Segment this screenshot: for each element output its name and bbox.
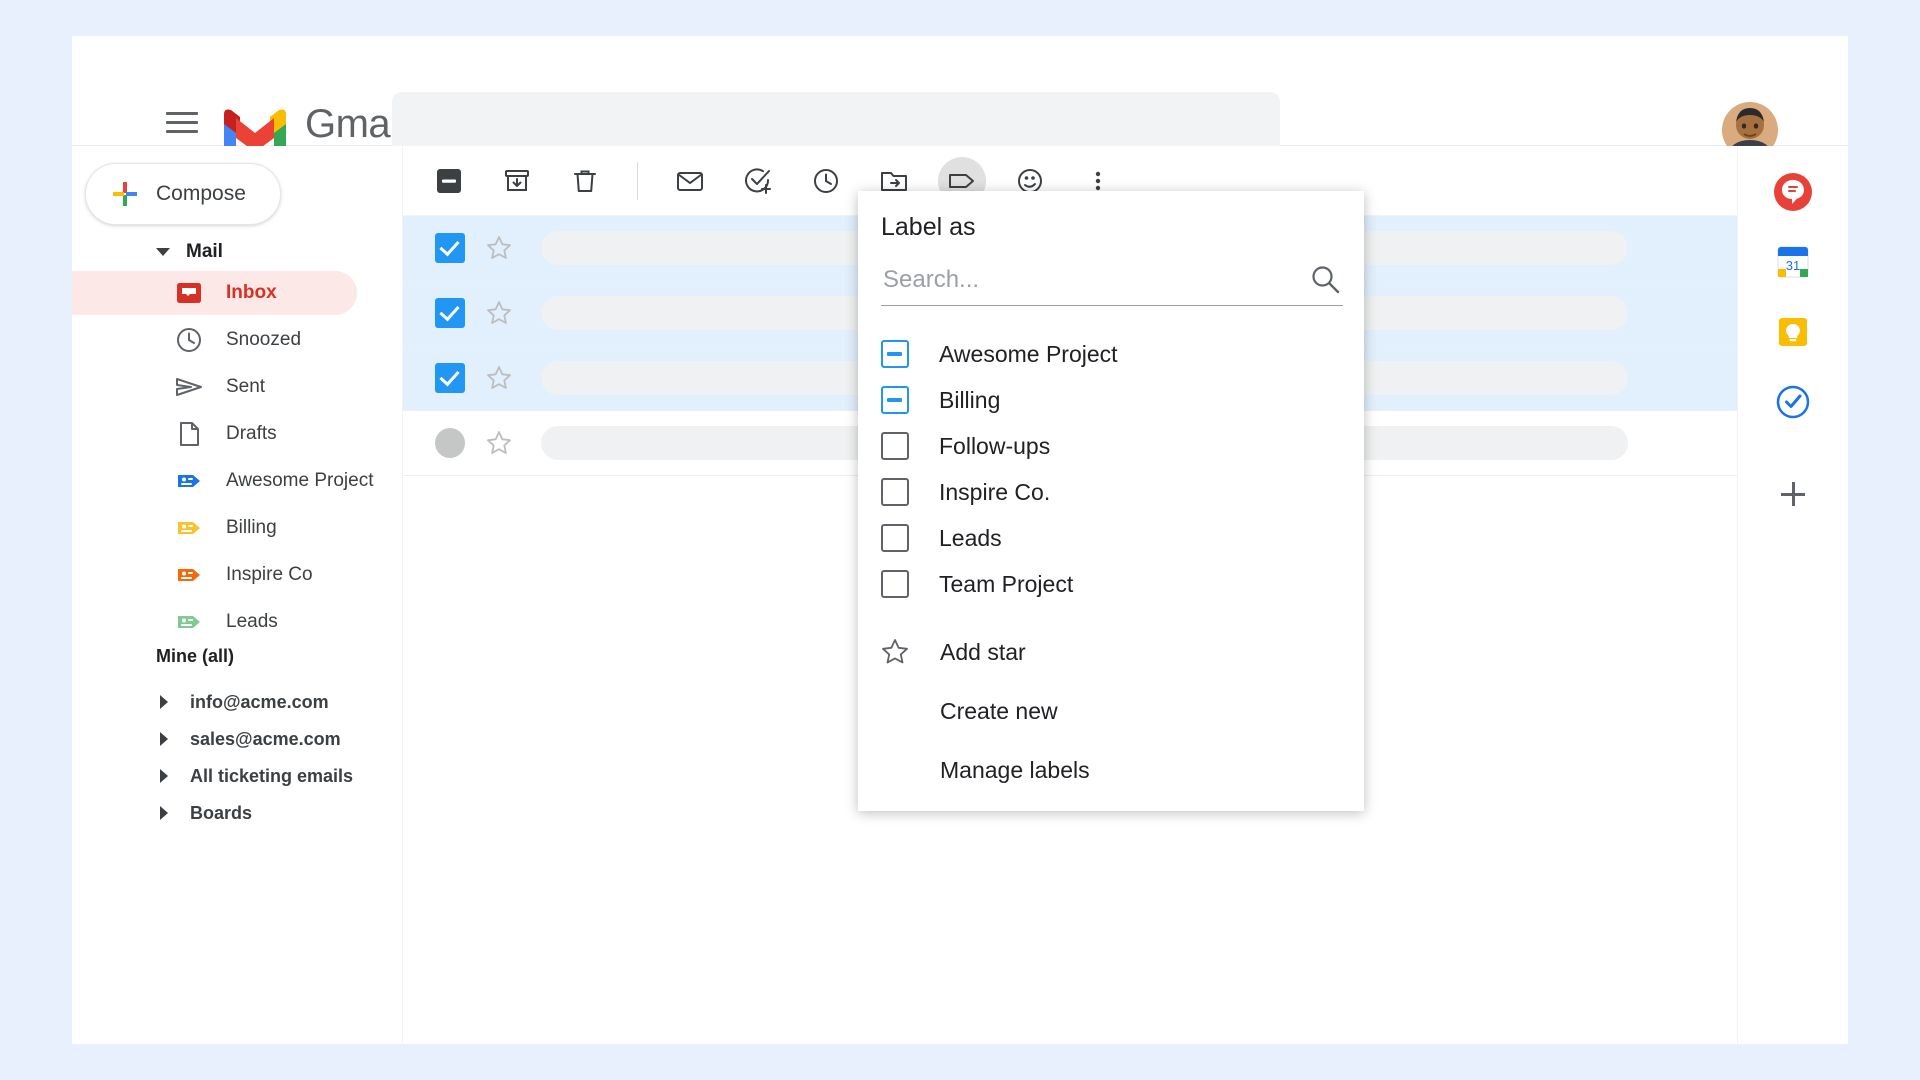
hamburger-menu-icon[interactable] bbox=[164, 108, 200, 138]
label-checkbox[interactable] bbox=[881, 524, 909, 552]
tree-item-info-acme[interactable]: info@acme.com bbox=[72, 682, 329, 722]
mail-section-toggle[interactable]: Mail bbox=[72, 232, 223, 272]
label-checkbox[interactable] bbox=[881, 478, 909, 506]
tasks-app-button[interactable] bbox=[1769, 378, 1817, 426]
label-checkbox[interactable] bbox=[881, 570, 909, 598]
dropdown-search-wrapper bbox=[881, 257, 1343, 306]
label-option-text: Billing bbox=[939, 386, 1001, 413]
dropdown-title: Label as bbox=[881, 213, 976, 241]
snooze-button[interactable] bbox=[802, 157, 850, 205]
label-search-input[interactable] bbox=[881, 257, 1295, 303]
manage-labels-label: Manage labels bbox=[940, 756, 1090, 783]
tree-item-sales-acme[interactable]: sales@acme.com bbox=[72, 719, 341, 759]
group-title-mine-all: Mine (all) bbox=[156, 646, 235, 666]
label-option-text: Leads bbox=[939, 524, 1002, 551]
label-option-team-project[interactable]: Team Project bbox=[858, 561, 1364, 607]
manage-labels-menu-item[interactable]: Manage labels bbox=[858, 747, 1364, 793]
label-option-leads[interactable]: Leads bbox=[858, 515, 1364, 561]
label-option-follow-ups[interactable]: Follow-ups bbox=[858, 423, 1364, 469]
star-outline-icon[interactable] bbox=[485, 299, 513, 327]
gmail-window: Gmail Compose Mail Inbox Snoozed Sent Dr… bbox=[72, 36, 1848, 1044]
label-option-text: Follow-ups bbox=[939, 432, 1051, 459]
row-checkbox[interactable] bbox=[435, 233, 465, 263]
label-tag-icon bbox=[174, 607, 204, 637]
sidebar-item-label: Inspire Co bbox=[226, 564, 313, 585]
sidebar-item-leads[interactable]: Leads bbox=[72, 600, 357, 644]
label-option-billing[interactable]: Billing bbox=[858, 377, 1364, 423]
sidebar-item-snoozed[interactable]: Snoozed bbox=[72, 318, 357, 362]
select-all-checkbox[interactable] bbox=[425, 157, 473, 205]
mail-section-label: Mail bbox=[186, 241, 223, 262]
row-checkbox[interactable] bbox=[435, 298, 465, 328]
send-icon bbox=[174, 372, 204, 402]
add-star-label: Add star bbox=[940, 638, 1026, 665]
caret-right-icon bbox=[160, 732, 168, 746]
sidebar-item-inbox[interactable]: Inbox bbox=[72, 271, 357, 315]
caret-right-icon bbox=[160, 806, 168, 820]
add-app-button[interactable] bbox=[1769, 470, 1817, 518]
caret-down-icon bbox=[156, 248, 170, 256]
label-option-awesome-project[interactable]: Awesome Project bbox=[858, 331, 1364, 377]
row-avatar[interactable] bbox=[435, 428, 465, 458]
sidebar-item-label: Leads bbox=[226, 611, 278, 632]
create-new-label: Create new bbox=[940, 697, 1058, 724]
row-checkbox[interactable] bbox=[435, 363, 465, 393]
label-option-text: Inspire Co. bbox=[939, 478, 1051, 505]
label-tag-icon bbox=[174, 466, 204, 496]
sidebar-item-label: Sent bbox=[226, 376, 266, 397]
archive-button[interactable] bbox=[493, 157, 541, 205]
star-outline-icon bbox=[880, 637, 910, 667]
sidebar-item-label: Drafts bbox=[226, 423, 277, 444]
label-tag-icon bbox=[174, 560, 204, 590]
chat-app-button[interactable] bbox=[1769, 168, 1817, 216]
sidebar-item-label: Inbox bbox=[226, 282, 277, 303]
sidebar-item-awesome-project[interactable]: Awesome Project bbox=[72, 459, 374, 503]
search-icon[interactable] bbox=[1309, 263, 1341, 295]
sidebar-item-label: Awesome Project bbox=[226, 470, 374, 491]
sidebar-item-drafts[interactable]: Drafts bbox=[72, 412, 357, 456]
tree-item-label: Boards bbox=[190, 802, 253, 823]
star-outline-icon[interactable] bbox=[485, 234, 513, 262]
document-icon bbox=[174, 419, 204, 449]
mark-unread-button[interactable] bbox=[666, 157, 714, 205]
tree-item-all-ticketing-emails[interactable]: All ticketing emails bbox=[72, 756, 353, 796]
delete-button[interactable] bbox=[561, 157, 609, 205]
sidebar: Compose Mail Inbox Snoozed Sent Drafts A… bbox=[72, 146, 402, 1044]
compose-button[interactable]: Compose bbox=[85, 163, 281, 225]
plus-icon bbox=[112, 181, 138, 207]
caret-right-icon bbox=[160, 769, 168, 783]
label-checkbox[interactable] bbox=[881, 386, 909, 414]
add-to-tasks-button[interactable] bbox=[734, 157, 782, 205]
clock-icon bbox=[174, 325, 204, 355]
sidebar-item-label: Snoozed bbox=[226, 329, 302, 350]
svg-text:31: 31 bbox=[1786, 258, 1800, 273]
label-option-inspire-co[interactable]: Inspire Co. bbox=[858, 469, 1364, 515]
label-checkbox[interactable] bbox=[881, 340, 909, 368]
add-star-menu-item[interactable]: Add star bbox=[858, 629, 1364, 675]
label-as-dropdown: Label as Awesome Project Billing Follow-… bbox=[858, 191, 1364, 811]
label-option-text: Awesome Project bbox=[939, 340, 1118, 367]
sidebar-item-billing[interactable]: Billing bbox=[72, 506, 357, 550]
label-tag-icon bbox=[174, 513, 204, 543]
app-header: Gmail bbox=[72, 36, 1848, 160]
tree-item-label: All ticketing emails bbox=[190, 765, 354, 786]
calendar-app-button[interactable]: 31 bbox=[1769, 238, 1817, 286]
compose-label: Compose bbox=[156, 182, 246, 205]
tree-item-label: info@acme.com bbox=[190, 691, 329, 712]
toolbar-divider bbox=[637, 161, 638, 200]
sidebar-item-label: Billing bbox=[226, 517, 277, 538]
tree-item-boards[interactable]: Boards bbox=[72, 793, 252, 833]
star-outline-icon[interactable] bbox=[485, 364, 513, 392]
star-outline-icon[interactable] bbox=[485, 429, 513, 457]
side-app-rail: 31 bbox=[1737, 146, 1848, 1044]
tree-item-label: sales@acme.com bbox=[190, 728, 341, 749]
label-option-text: Team Project bbox=[939, 570, 1074, 597]
label-checkbox[interactable] bbox=[881, 432, 909, 460]
inbox-icon bbox=[174, 278, 204, 308]
create-new-menu-item[interactable]: Create new bbox=[858, 688, 1364, 734]
sidebar-item-inspire-co[interactable]: Inspire Co bbox=[72, 553, 357, 597]
sidebar-item-sent[interactable]: Sent bbox=[72, 365, 357, 409]
keep-app-button[interactable] bbox=[1769, 308, 1817, 356]
caret-right-icon bbox=[160, 695, 168, 709]
